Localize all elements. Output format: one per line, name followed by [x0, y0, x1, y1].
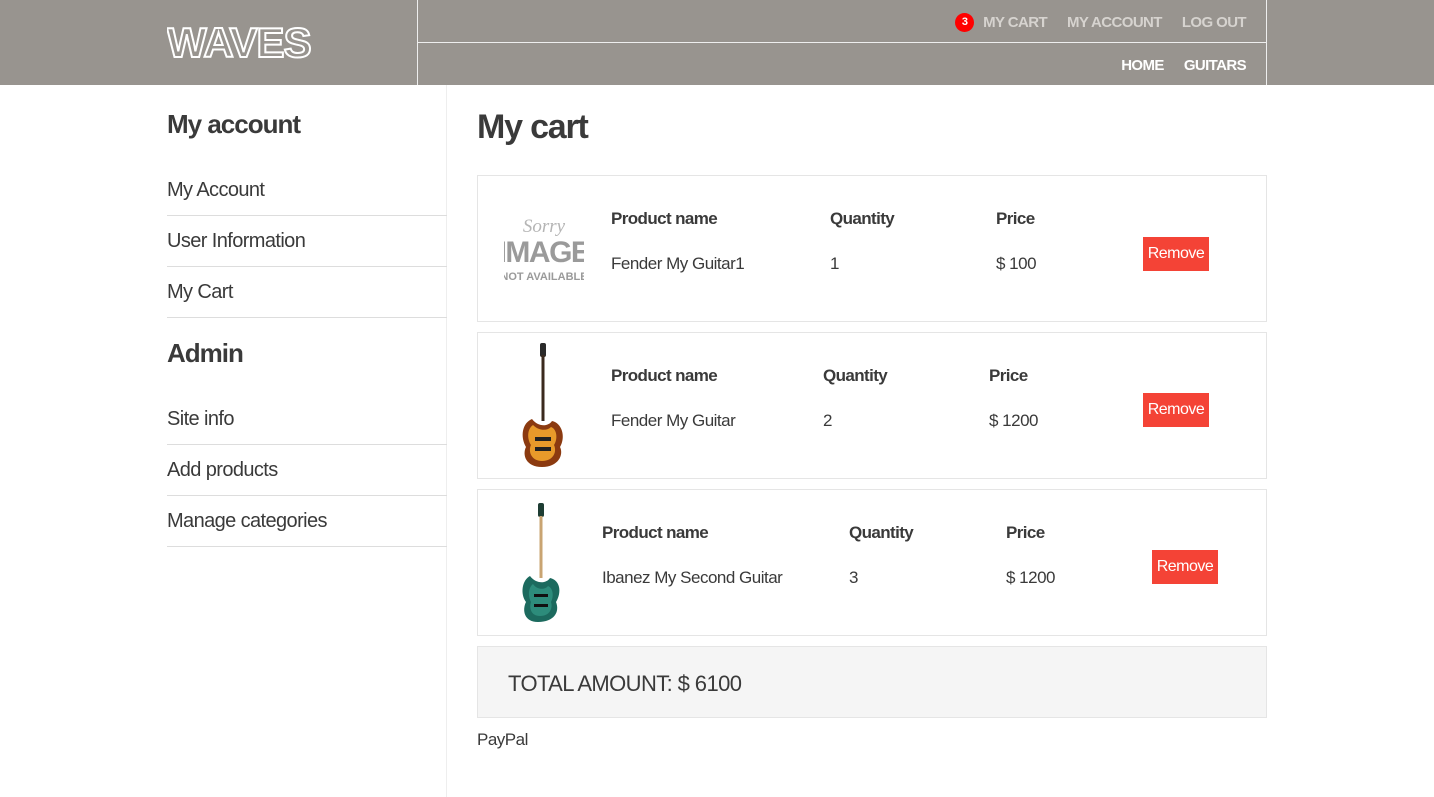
quantity-value: 1: [830, 254, 839, 273]
header-divider: [418, 42, 1266, 43]
product-name-label: Product name: [611, 209, 718, 228]
home-link[interactable]: HOME: [1121, 57, 1164, 74]
my-account-link[interactable]: MY ACCOUNT: [1067, 14, 1162, 31]
quantity-label: Quantity: [849, 523, 914, 542]
sidebar-item-manage-categories[interactable]: Manage categories: [167, 496, 447, 547]
price-value: $ 1200: [989, 411, 1039, 430]
my-cart-link[interactable]: 3 MY CART: [955, 12, 1048, 32]
total-amount: TOTAL AMOUNT: $ 6100: [508, 671, 742, 696]
top-nav: 3 MY CART MY ACCOUNT LOG OUT: [935, 10, 1247, 34]
svg-text:WAVES: WAVES: [167, 19, 311, 63]
my-account-heading: My account: [167, 109, 301, 139]
header-nav-area: 3 MY CART MY ACCOUNT LOG OUT HOME GUITAR…: [417, 0, 1267, 85]
admin-heading: Admin: [167, 338, 244, 368]
sidebar-item-my-account[interactable]: My Account: [167, 165, 447, 216]
sidebar-item-add-products[interactable]: Add products: [167, 445, 447, 496]
quantity-label: Quantity: [830, 209, 895, 228]
remove-button[interactable]: Remove: [1143, 237, 1209, 271]
page-title: My cart: [477, 108, 589, 146]
image-not-available-icon: Sorry IMAGE NOT AVAILABLE: [499, 212, 592, 284]
admin-menu: Site info Add products Manage categories: [167, 394, 447, 547]
svg-text:IMAGE: IMAGE: [504, 236, 584, 269]
green-guitar-image: [518, 502, 564, 624]
product-name-label: Product name: [611, 366, 718, 385]
guitars-link[interactable]: GUITARS: [1184, 57, 1247, 74]
sidebar-item-user-information[interactable]: User Information: [167, 216, 447, 267]
price-label: Price: [996, 209, 1035, 228]
remove-button[interactable]: Remove: [1152, 550, 1218, 584]
price-label: Price: [989, 366, 1028, 385]
sidebar-item-my-cart[interactable]: My Cart: [167, 267, 447, 318]
cart-item: Product name Ibanez My Second Guitar Qua…: [477, 489, 1267, 636]
total-amount-box: TOTAL AMOUNT: $ 6100: [477, 646, 1267, 718]
product-name-value: Fender My Guitar: [611, 411, 736, 430]
quantity-label: Quantity: [823, 366, 888, 385]
quantity-value: 3: [849, 568, 858, 587]
account-sidebar: My account My Account User Information M…: [167, 85, 447, 797]
product-name-label: Product name: [602, 523, 709, 542]
product-name-value: Fender My Guitar1: [611, 254, 745, 273]
cart-item: Product name Fender My Guitar Quantity 2…: [477, 332, 1267, 479]
svg-text:NOT AVAILABLE: NOT AVAILABLE: [504, 271, 584, 283]
site-header: WAVES 3 MY CART MY ACCOUNT LOG OUT HOME …: [0, 0, 1434, 85]
log-out-link[interactable]: LOG OUT: [1182, 14, 1247, 31]
price-label: Price: [1006, 523, 1045, 542]
cart-item: Sorry IMAGE NOT AVAILABLE Product name F…: [477, 175, 1267, 322]
my-cart-label: MY CART: [983, 13, 1048, 31]
cart-count-badge: 3: [955, 12, 975, 32]
remove-button[interactable]: Remove: [1143, 393, 1209, 427]
paypal-button[interactable]: PayPal: [477, 730, 528, 750]
site-logo[interactable]: WAVES: [166, 18, 407, 67]
price-value: $ 1200: [1006, 568, 1056, 587]
sunburst-guitar-image: [518, 341, 568, 471]
main-nav: HOME GUITARS: [1101, 53, 1246, 77]
quantity-value: 2: [823, 411, 832, 430]
price-value: $ 100: [996, 254, 1037, 273]
product-name-value: Ibanez My Second Guitar: [602, 568, 783, 587]
sidebar-item-site-info[interactable]: Site info: [167, 394, 447, 445]
account-menu: My Account User Information My Cart: [167, 165, 447, 318]
svg-text:Sorry: Sorry: [523, 216, 566, 237]
